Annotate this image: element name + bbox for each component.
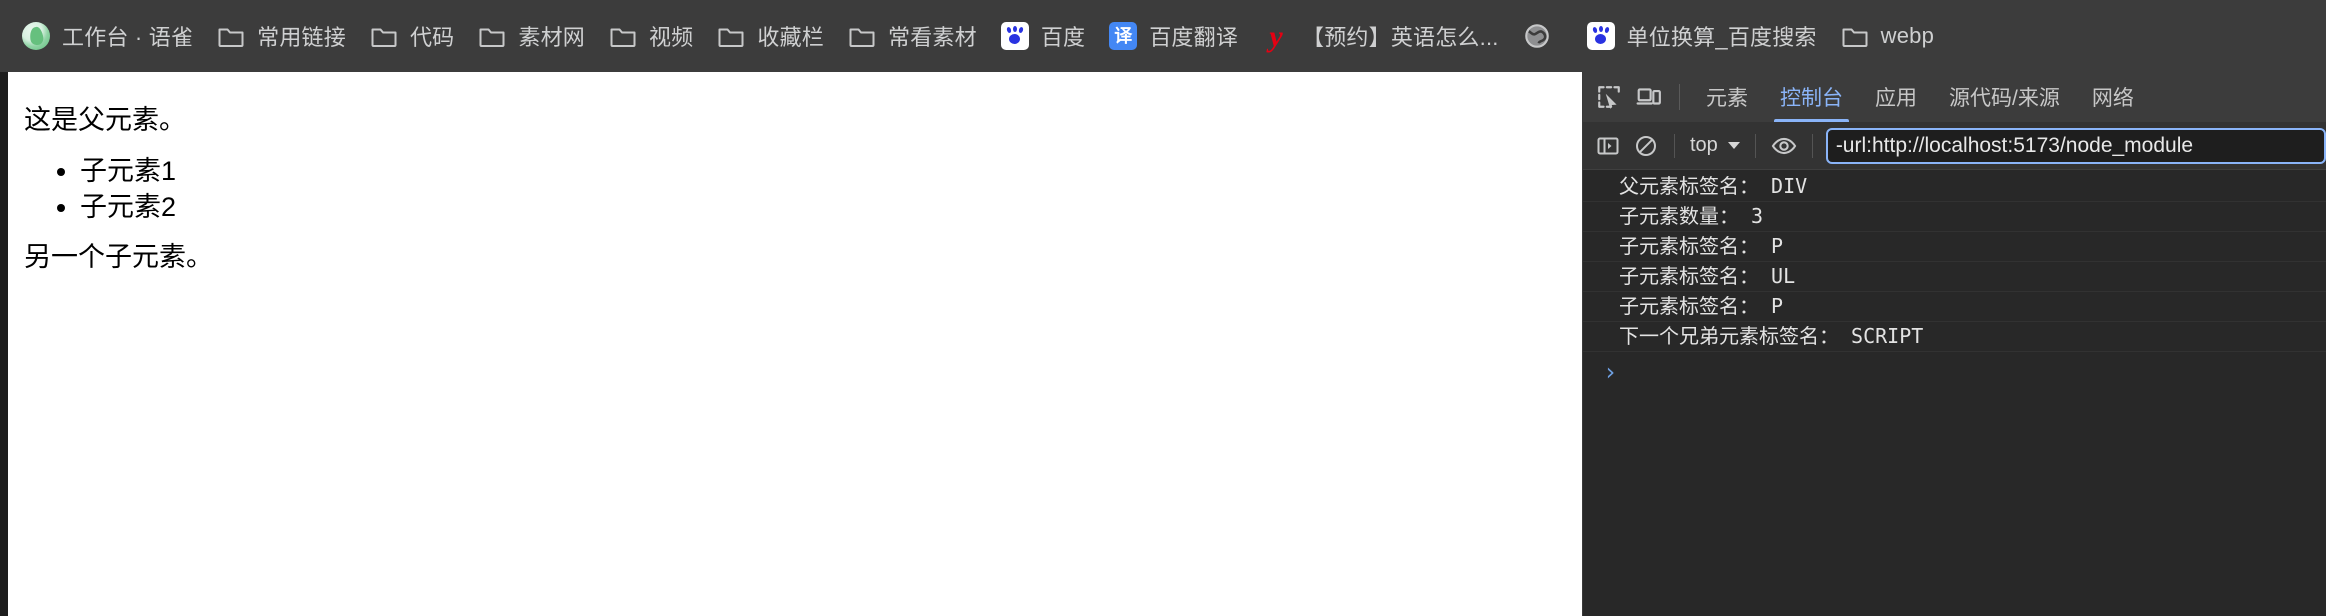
console-message[interactable]: 子元素标签名： UL xyxy=(1583,262,2326,292)
chevron-down-icon xyxy=(1727,142,1740,149)
devtools-panel: 元素 控制台 应用 源代码/来源 网络 top -url:http://loca… xyxy=(1582,72,2326,616)
fanyi-icon-text: 译 xyxy=(1109,22,1138,50)
bookmark-folder-webp[interactable]: webp xyxy=(1829,12,1946,60)
bookmark-label: 视频 xyxy=(648,25,694,50)
console-message-list: 父元素标签名： DIV 子元素数量： 3 子元素标签名： P 子元素标签名： U… xyxy=(1583,170,2326,616)
tab-label: 元素 xyxy=(1706,87,1748,110)
page-content: 这是父元素。 子元素1 子元素2 另一个子元素。 xyxy=(8,72,1582,307)
folder-icon xyxy=(1841,22,1869,50)
console-message[interactable]: 子元素标签名： P xyxy=(1583,232,2326,262)
bookmark-label: 工作台 · 语雀 xyxy=(62,25,194,50)
bookmark-label: 单位换算_百度搜索 xyxy=(1626,25,1817,50)
folder-icon xyxy=(370,22,398,50)
folder-icon xyxy=(217,22,245,50)
console-prompt[interactable]: › xyxy=(1583,352,2326,392)
tab-label: 源代码/来源 xyxy=(1949,87,2060,110)
y-icon-text: y xyxy=(1269,20,1283,53)
parent-paragraph: 这是父元素。 xyxy=(24,105,186,135)
baidu-fanyi-icon: 译 xyxy=(1109,22,1138,50)
live-expression-icon[interactable] xyxy=(1765,127,1803,165)
baidu-paw-icon xyxy=(1586,22,1615,50)
bookmark-label: 常看素材 xyxy=(888,25,977,50)
bookmark-youdao-english[interactable]: y 【预约】英语怎么... xyxy=(1250,12,1511,60)
bookmark-label: 常用链接 xyxy=(257,25,346,50)
folder-icon xyxy=(717,22,745,50)
tab-console[interactable]: 控制台 xyxy=(1764,72,1859,122)
sibling-paragraph: 另一个子元素。 xyxy=(24,241,213,272)
prompt-caret-icon: › xyxy=(1603,358,1618,386)
bookmark-folder-frequent-material[interactable]: 常看素材 xyxy=(836,12,989,60)
bookmark-label: 代码 xyxy=(409,25,455,50)
tab-label: 应用 xyxy=(1875,87,1917,110)
bookmark-yuque[interactable]: 工作台 · 语雀 xyxy=(10,12,205,60)
bookmark-globe[interactable] xyxy=(1511,12,1575,60)
list-item: 子元素1 xyxy=(80,154,1566,189)
devtools-tabbar: 元素 控制台 应用 源代码/来源 网络 xyxy=(1583,72,2326,122)
console-toolbar-divider xyxy=(1811,133,1813,158)
globe-icon xyxy=(1523,22,1551,50)
bookmark-baidu[interactable]: 百度 xyxy=(989,12,1097,60)
yuque-logo-icon xyxy=(22,22,50,50)
console-message[interactable]: 子元素标签名： P xyxy=(1583,292,2326,322)
folder-icon xyxy=(848,22,876,50)
bookmarks-bar: 工作台 · 语雀 常用链接 代码 素材网 视频 收藏栏 常看素材 百度 译 百度… xyxy=(0,0,2326,72)
bookmark-label: 【预约】英语怎么... xyxy=(1302,25,1499,50)
tab-sources[interactable]: 源代码/来源 xyxy=(1933,72,2076,122)
bookmark-label: 百度 xyxy=(1040,25,1086,50)
bookmark-label: 百度翻译 xyxy=(1149,25,1239,50)
bookmark-label: 素材网 xyxy=(518,25,585,50)
baidu-paw-icon xyxy=(1000,22,1029,50)
console-toolbar-divider xyxy=(1674,133,1675,158)
tab-elements[interactable]: 元素 xyxy=(1690,72,1764,122)
tab-network[interactable]: 网络 xyxy=(2076,72,2150,122)
bookmark-baidu-fanyi[interactable]: 译 百度翻译 xyxy=(1097,12,1250,60)
browser-window: 工作台 · 语雀 常用链接 代码 素材网 视频 收藏栏 常看素材 百度 译 百度… xyxy=(0,0,2326,616)
console-message[interactable]: 父元素标签名： DIV xyxy=(1583,172,2326,202)
child-list: 子元素1 子元素2 xyxy=(24,154,1566,225)
bookmark-folder-common-links[interactable]: 常用链接 xyxy=(205,12,358,60)
tab-label: 控制台 xyxy=(1780,87,1843,110)
console-message[interactable]: 子元素数量： 3 xyxy=(1583,202,2326,232)
device-toolbar-icon[interactable] xyxy=(1629,77,1669,117)
console-toolbar-divider xyxy=(1754,133,1756,158)
youdao-y-icon: y xyxy=(1262,20,1290,53)
bookmark-unit-conversion-baidu-search[interactable]: 单位换算_百度搜索 xyxy=(1575,12,1829,60)
tab-application[interactable]: 应用 xyxy=(1859,72,1933,122)
list-item: 子元素2 xyxy=(80,190,1566,225)
console-message[interactable]: 下一个兄弟元素标签名： SCRIPT xyxy=(1583,322,2326,352)
bookmark-folder-material-sites[interactable]: 素材网 xyxy=(466,12,597,60)
folder-icon xyxy=(609,22,637,50)
toolbar-divider xyxy=(1679,84,1680,110)
clear-console-icon[interactable] xyxy=(1627,127,1665,165)
bookmark-folder-code[interactable]: 代码 xyxy=(358,12,466,60)
console-filter-input[interactable] xyxy=(1825,127,2326,164)
console-sidebar-icon[interactable] xyxy=(1589,127,1627,165)
bookmark-label: webp xyxy=(1880,23,1935,48)
console-toolbar: top xyxy=(1583,122,2326,170)
folder-icon xyxy=(478,22,506,50)
page-canvas: 这是父元素。 子元素1 子元素2 另一个子元素。 xyxy=(8,72,1582,616)
bookmark-label: 收藏栏 xyxy=(757,25,824,50)
javascript-context-selector[interactable]: top xyxy=(1684,129,1746,163)
bookmark-folder-video[interactable]: 视频 xyxy=(597,12,705,60)
context-label: top xyxy=(1690,134,1718,156)
bookmark-folder-favorites[interactable]: 收藏栏 xyxy=(705,12,836,60)
tab-label: 网络 xyxy=(2091,87,2134,110)
inspect-element-icon[interactable] xyxy=(1589,77,1629,117)
page-viewport: 这是父元素。 子元素1 子元素2 另一个子元素。 xyxy=(0,72,1582,616)
